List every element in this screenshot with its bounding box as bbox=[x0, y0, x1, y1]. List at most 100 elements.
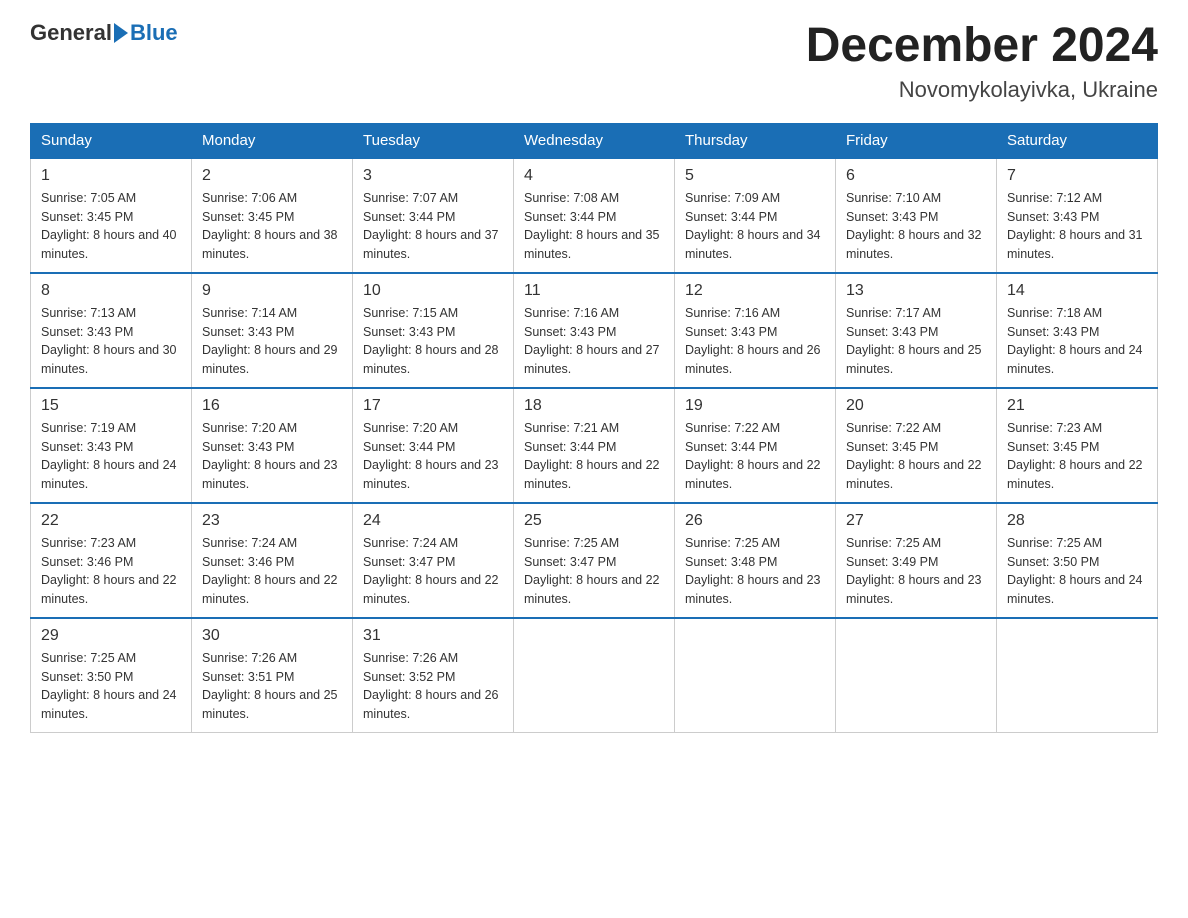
calendar-cell: 24 Sunrise: 7:24 AM Sunset: 3:47 PM Dayl… bbox=[353, 503, 514, 618]
day-info: Sunrise: 7:26 AM Sunset: 3:51 PM Dayligh… bbox=[202, 649, 342, 724]
calendar-cell: 22 Sunrise: 7:23 AM Sunset: 3:46 PM Dayl… bbox=[31, 503, 192, 618]
day-info: Sunrise: 7:10 AM Sunset: 3:43 PM Dayligh… bbox=[846, 189, 986, 264]
day-number: 9 bbox=[202, 282, 342, 300]
day-number: 5 bbox=[685, 167, 825, 185]
calendar-cell: 8 Sunrise: 7:13 AM Sunset: 3:43 PM Dayli… bbox=[31, 273, 192, 388]
calendar-cell: 26 Sunrise: 7:25 AM Sunset: 3:48 PM Dayl… bbox=[675, 503, 836, 618]
calendar-cell: 13 Sunrise: 7:17 AM Sunset: 3:43 PM Dayl… bbox=[836, 273, 997, 388]
day-info: Sunrise: 7:25 AM Sunset: 3:49 PM Dayligh… bbox=[846, 534, 986, 609]
calendar-cell: 29 Sunrise: 7:25 AM Sunset: 3:50 PM Dayl… bbox=[31, 618, 192, 733]
day-info: Sunrise: 7:24 AM Sunset: 3:47 PM Dayligh… bbox=[363, 534, 503, 609]
calendar-title: December 2024 bbox=[806, 20, 1158, 73]
week-row-1: 1 Sunrise: 7:05 AM Sunset: 3:45 PM Dayli… bbox=[31, 158, 1158, 273]
title-block: December 2024 Novomykolayivka, Ukraine bbox=[806, 20, 1158, 103]
day-info: Sunrise: 7:24 AM Sunset: 3:46 PM Dayligh… bbox=[202, 534, 342, 609]
calendar-cell: 9 Sunrise: 7:14 AM Sunset: 3:43 PM Dayli… bbox=[192, 273, 353, 388]
day-header-friday: Friday bbox=[836, 123, 997, 158]
day-info: Sunrise: 7:15 AM Sunset: 3:43 PM Dayligh… bbox=[363, 304, 503, 379]
calendar-cell: 1 Sunrise: 7:05 AM Sunset: 3:45 PM Dayli… bbox=[31, 158, 192, 273]
week-row-3: 15 Sunrise: 7:19 AM Sunset: 3:43 PM Dayl… bbox=[31, 388, 1158, 503]
calendar-cell: 27 Sunrise: 7:25 AM Sunset: 3:49 PM Dayl… bbox=[836, 503, 997, 618]
calendar-cell: 23 Sunrise: 7:24 AM Sunset: 3:46 PM Dayl… bbox=[192, 503, 353, 618]
day-info: Sunrise: 7:21 AM Sunset: 3:44 PM Dayligh… bbox=[524, 419, 664, 494]
calendar-cell: 12 Sunrise: 7:16 AM Sunset: 3:43 PM Dayl… bbox=[675, 273, 836, 388]
day-header-monday: Monday bbox=[192, 123, 353, 158]
calendar-cell: 21 Sunrise: 7:23 AM Sunset: 3:45 PM Dayl… bbox=[997, 388, 1158, 503]
day-number: 10 bbox=[363, 282, 503, 300]
day-info: Sunrise: 7:25 AM Sunset: 3:50 PM Dayligh… bbox=[1007, 534, 1147, 609]
day-number: 8 bbox=[41, 282, 181, 300]
day-number: 27 bbox=[846, 512, 986, 530]
calendar-cell: 11 Sunrise: 7:16 AM Sunset: 3:43 PM Dayl… bbox=[514, 273, 675, 388]
day-header-wednesday: Wednesday bbox=[514, 123, 675, 158]
day-info: Sunrise: 7:16 AM Sunset: 3:43 PM Dayligh… bbox=[685, 304, 825, 379]
day-info: Sunrise: 7:25 AM Sunset: 3:47 PM Dayligh… bbox=[524, 534, 664, 609]
day-info: Sunrise: 7:09 AM Sunset: 3:44 PM Dayligh… bbox=[685, 189, 825, 264]
day-number: 3 bbox=[363, 167, 503, 185]
day-info: Sunrise: 7:23 AM Sunset: 3:46 PM Dayligh… bbox=[41, 534, 181, 609]
calendar-cell bbox=[997, 618, 1158, 733]
day-info: Sunrise: 7:25 AM Sunset: 3:48 PM Dayligh… bbox=[685, 534, 825, 609]
calendar-cell bbox=[675, 618, 836, 733]
calendar-cell: 10 Sunrise: 7:15 AM Sunset: 3:43 PM Dayl… bbox=[353, 273, 514, 388]
day-number: 29 bbox=[41, 627, 181, 645]
day-info: Sunrise: 7:16 AM Sunset: 3:43 PM Dayligh… bbox=[524, 304, 664, 379]
calendar-cell: 31 Sunrise: 7:26 AM Sunset: 3:52 PM Dayl… bbox=[353, 618, 514, 733]
day-info: Sunrise: 7:19 AM Sunset: 3:43 PM Dayligh… bbox=[41, 419, 181, 494]
day-info: Sunrise: 7:23 AM Sunset: 3:45 PM Dayligh… bbox=[1007, 419, 1147, 494]
day-info: Sunrise: 7:08 AM Sunset: 3:44 PM Dayligh… bbox=[524, 189, 664, 264]
week-row-5: 29 Sunrise: 7:25 AM Sunset: 3:50 PM Dayl… bbox=[31, 618, 1158, 733]
calendar-cell: 17 Sunrise: 7:20 AM Sunset: 3:44 PM Dayl… bbox=[353, 388, 514, 503]
logo-arrow-icon bbox=[114, 23, 128, 43]
logo-blue-text: Blue bbox=[130, 20, 178, 46]
logo: General Blue bbox=[30, 20, 178, 46]
day-number: 4 bbox=[524, 167, 664, 185]
calendar-cell: 4 Sunrise: 7:08 AM Sunset: 3:44 PM Dayli… bbox=[514, 158, 675, 273]
calendar-cell: 19 Sunrise: 7:22 AM Sunset: 3:44 PM Dayl… bbox=[675, 388, 836, 503]
calendar-cell: 14 Sunrise: 7:18 AM Sunset: 3:43 PM Dayl… bbox=[997, 273, 1158, 388]
day-info: Sunrise: 7:20 AM Sunset: 3:43 PM Dayligh… bbox=[202, 419, 342, 494]
week-row-4: 22 Sunrise: 7:23 AM Sunset: 3:46 PM Dayl… bbox=[31, 503, 1158, 618]
day-info: Sunrise: 7:14 AM Sunset: 3:43 PM Dayligh… bbox=[202, 304, 342, 379]
day-header-thursday: Thursday bbox=[675, 123, 836, 158]
day-number: 12 bbox=[685, 282, 825, 300]
day-number: 13 bbox=[846, 282, 986, 300]
calendar-cell: 5 Sunrise: 7:09 AM Sunset: 3:44 PM Dayli… bbox=[675, 158, 836, 273]
calendar-cell: 3 Sunrise: 7:07 AM Sunset: 3:44 PM Dayli… bbox=[353, 158, 514, 273]
calendar-cell: 7 Sunrise: 7:12 AM Sunset: 3:43 PM Dayli… bbox=[997, 158, 1158, 273]
day-header-saturday: Saturday bbox=[997, 123, 1158, 158]
day-number: 2 bbox=[202, 167, 342, 185]
calendar-cell: 6 Sunrise: 7:10 AM Sunset: 3:43 PM Dayli… bbox=[836, 158, 997, 273]
day-number: 17 bbox=[363, 397, 503, 415]
day-number: 15 bbox=[41, 397, 181, 415]
day-header-tuesday: Tuesday bbox=[353, 123, 514, 158]
day-info: Sunrise: 7:18 AM Sunset: 3:43 PM Dayligh… bbox=[1007, 304, 1147, 379]
day-info: Sunrise: 7:25 AM Sunset: 3:50 PM Dayligh… bbox=[41, 649, 181, 724]
calendar-cell: 15 Sunrise: 7:19 AM Sunset: 3:43 PM Dayl… bbox=[31, 388, 192, 503]
day-number: 19 bbox=[685, 397, 825, 415]
day-number: 28 bbox=[1007, 512, 1147, 530]
day-info: Sunrise: 7:06 AM Sunset: 3:45 PM Dayligh… bbox=[202, 189, 342, 264]
day-info: Sunrise: 7:13 AM Sunset: 3:43 PM Dayligh… bbox=[41, 304, 181, 379]
calendar-cell: 20 Sunrise: 7:22 AM Sunset: 3:45 PM Dayl… bbox=[836, 388, 997, 503]
day-info: Sunrise: 7:12 AM Sunset: 3:43 PM Dayligh… bbox=[1007, 189, 1147, 264]
calendar-cell: 16 Sunrise: 7:20 AM Sunset: 3:43 PM Dayl… bbox=[192, 388, 353, 503]
day-info: Sunrise: 7:22 AM Sunset: 3:44 PM Dayligh… bbox=[685, 419, 825, 494]
calendar-cell: 30 Sunrise: 7:26 AM Sunset: 3:51 PM Dayl… bbox=[192, 618, 353, 733]
calendar-cell bbox=[514, 618, 675, 733]
calendar-cell: 25 Sunrise: 7:25 AM Sunset: 3:47 PM Dayl… bbox=[514, 503, 675, 618]
week-row-2: 8 Sunrise: 7:13 AM Sunset: 3:43 PM Dayli… bbox=[31, 273, 1158, 388]
day-info: Sunrise: 7:22 AM Sunset: 3:45 PM Dayligh… bbox=[846, 419, 986, 494]
day-number: 23 bbox=[202, 512, 342, 530]
day-info: Sunrise: 7:17 AM Sunset: 3:43 PM Dayligh… bbox=[846, 304, 986, 379]
day-number: 31 bbox=[363, 627, 503, 645]
day-number: 20 bbox=[846, 397, 986, 415]
day-number: 1 bbox=[41, 167, 181, 185]
day-info: Sunrise: 7:26 AM Sunset: 3:52 PM Dayligh… bbox=[363, 649, 503, 724]
day-info: Sunrise: 7:05 AM Sunset: 3:45 PM Dayligh… bbox=[41, 189, 181, 264]
day-number: 30 bbox=[202, 627, 342, 645]
day-number: 6 bbox=[846, 167, 986, 185]
day-number: 25 bbox=[524, 512, 664, 530]
calendar-subtitle: Novomykolayivka, Ukraine bbox=[806, 77, 1158, 103]
day-number: 24 bbox=[363, 512, 503, 530]
